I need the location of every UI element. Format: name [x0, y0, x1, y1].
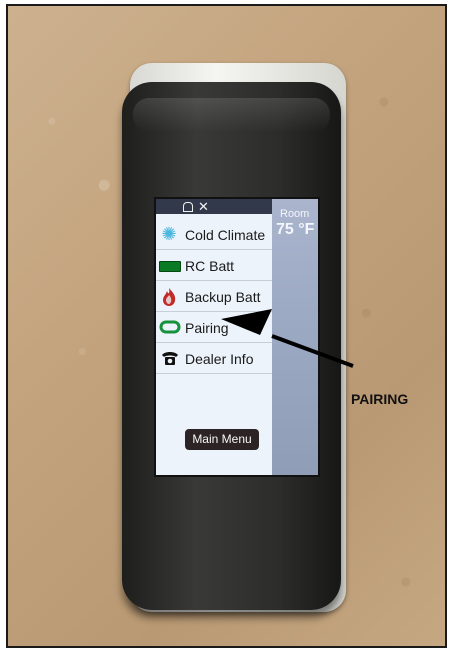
pairing-callout-label: PAIRING — [351, 391, 409, 407]
callout-arrow — [221, 309, 354, 368]
photo-frame: ✕ Room 75 °F ✺ Cold Climate RC Batt Back… — [6, 4, 447, 648]
